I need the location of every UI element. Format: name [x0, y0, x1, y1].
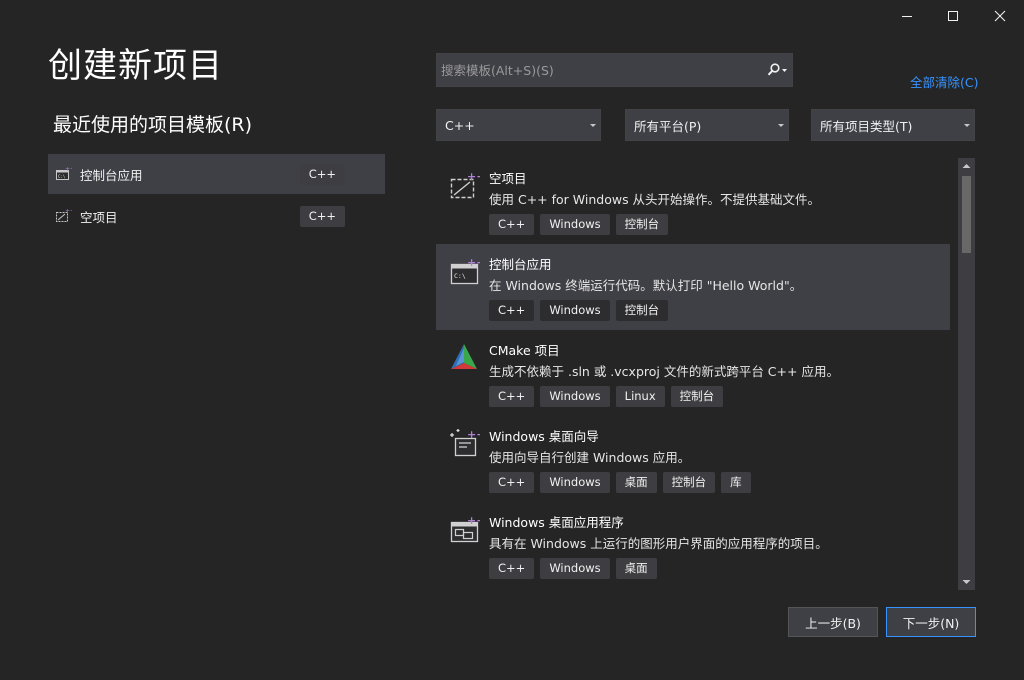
template-list-scrollbar[interactable]	[958, 158, 975, 590]
empty-project-icon: ++	[450, 170, 485, 200]
svg-text:C:\: C:\	[454, 272, 466, 280]
tag-badge: 桌面	[615, 558, 657, 579]
tag-badge: 控制台	[670, 386, 724, 407]
minimize-icon	[902, 16, 912, 17]
recent-templates-heading-text: 最近使用的项目模板	[53, 114, 225, 136]
desktop-wizard-icon: ++	[450, 428, 485, 458]
template-windows-desktop-wizard[interactable]: ++ Windows 桌面向导 使用向导自行创建 Windows 应用。 C++…	[436, 416, 950, 502]
search-icon	[767, 63, 787, 76]
chevron-up-icon	[962, 164, 971, 168]
tag-badge: 控制台	[615, 300, 669, 321]
tag-badge: 控制台	[615, 214, 669, 235]
recent-item-label: 控制台应用	[80, 167, 143, 183]
platform-filter-dropdown[interactable]: 所有平台(P)	[625, 109, 789, 141]
svg-text:++: ++	[467, 514, 480, 527]
clear-all-link[interactable]: 全部清除(C)	[910, 72, 978, 91]
chevron-down-icon	[586, 123, 600, 128]
search-options-button[interactable]	[762, 54, 792, 86]
svg-text:++: ++	[467, 170, 480, 183]
close-icon	[994, 10, 1006, 22]
tag-badge: Windows	[540, 300, 610, 321]
template-title: 控制台应用	[489, 257, 552, 272]
template-title: Windows 桌面向导	[489, 429, 599, 444]
tag-badge: C++	[489, 214, 535, 235]
chevron-down-icon	[960, 123, 974, 128]
minimize-button[interactable]	[884, 0, 930, 32]
console-app-icon: C:\ ++	[450, 256, 485, 286]
chevron-down-icon	[962, 580, 971, 584]
recent-item-label: 空项目	[80, 209, 118, 225]
svg-text:++: ++	[467, 428, 480, 441]
tag-badge: 控制台	[662, 472, 716, 493]
template-windows-desktop-app[interactable]: ++ Windows 桌面应用程序 具有在 Windows 上运行的图形用户界面…	[436, 502, 950, 588]
template-description: 使用向导自行创建 Windows 应用。	[489, 450, 691, 465]
tag-badge: 库	[721, 472, 751, 493]
platform-filter-label: 所有平台(P)	[634, 118, 702, 134]
template-tags: C++ Windows 控制台	[489, 214, 669, 235]
template-tags: C++ Windows Linux 控制台	[489, 386, 724, 407]
language-badge: C++	[299, 163, 345, 185]
tag-badge: Windows	[540, 214, 610, 235]
scroll-thumb[interactable]	[962, 176, 971, 253]
next-button[interactable]: 下一步(N)	[886, 607, 976, 637]
console-app-icon: C:\ ++	[56, 165, 74, 183]
tag-badge: C++	[489, 386, 535, 407]
recent-item-empty-project[interactable]: ++ 空项目 C++	[48, 196, 385, 236]
svg-text:++: ++	[65, 167, 72, 173]
scroll-up-button[interactable]	[958, 158, 975, 174]
language-filter-label: C++	[445, 117, 475, 133]
template-cmake-project[interactable]: CMake 项目 生成不依赖于 .sln 或 .vcxproj 文件的新式跨平台…	[436, 330, 950, 416]
tag-badge: 桌面	[615, 472, 657, 493]
template-empty-project[interactable]: ++ 空项目 使用 C++ for Windows 从头开始操作。不提供基础文件…	[436, 158, 950, 244]
search-input[interactable]	[437, 54, 762, 86]
scroll-down-button[interactable]	[958, 574, 975, 590]
recent-item-console-app[interactable]: C:\ ++ 控制台应用 C++	[48, 154, 385, 194]
tag-badge: C++	[489, 472, 535, 493]
chevron-down-icon	[774, 123, 788, 128]
language-badge: C++	[299, 205, 345, 227]
cmake-icon	[450, 342, 480, 372]
template-tags: C++ Windows 桌面	[489, 558, 657, 579]
project-type-filter-label: 所有项目类型(T)	[820, 118, 913, 134]
template-description: 使用 C++ for Windows 从头开始操作。不提供基础文件。	[489, 192, 821, 207]
tag-badge: Windows	[540, 386, 610, 407]
template-title: Windows 桌面应用程序	[489, 515, 624, 530]
maximize-button[interactable]	[930, 0, 976, 32]
language-filter-dropdown[interactable]: C++	[436, 109, 601, 141]
template-description: 具有在 Windows 上运行的图形用户界面的应用程序的项目。	[489, 536, 828, 551]
maximize-icon	[948, 11, 958, 21]
tag-badge: C++	[489, 558, 535, 579]
template-console-app[interactable]: C:\ ++ 控制台应用 在 Windows 终端运行代码。默认打印 "Hell…	[436, 244, 950, 330]
empty-project-icon: ++	[56, 207, 74, 225]
tag-badge: C++	[489, 300, 535, 321]
template-tags: C++ Windows 桌面 控制台 库	[489, 472, 751, 493]
close-button[interactable]	[977, 0, 1023, 32]
search-box	[436, 53, 793, 87]
desktop-app-icon: ++	[450, 514, 485, 544]
back-button[interactable]: 上一步(B)	[788, 607, 878, 637]
tag-badge: Windows	[540, 472, 610, 493]
template-list: ++ 空项目 使用 C++ for Windows 从头开始操作。不提供基础文件…	[436, 158, 950, 588]
svg-text:C:\: C:\	[58, 174, 66, 179]
template-title: CMake 项目	[489, 343, 560, 358]
tag-badge: Windows	[540, 558, 610, 579]
template-tags: C++ Windows 控制台	[489, 300, 669, 321]
svg-text:++: ++	[467, 256, 480, 269]
project-type-filter-dropdown[interactable]: 所有项目类型(T)	[811, 109, 975, 141]
svg-text:++: ++	[65, 209, 72, 215]
recent-templates-heading: 最近使用的项目模板(R)	[53, 110, 252, 137]
template-title: 空项目	[489, 171, 527, 186]
recent-templates-hotkey: (R)	[224, 114, 253, 136]
page-title: 创建新项目	[48, 46, 223, 86]
tag-badge: Linux	[615, 386, 665, 407]
template-description: 生成不依赖于 .sln 或 .vcxproj 文件的新式跨平台 C++ 应用。	[489, 364, 839, 379]
template-description: 在 Windows 终端运行代码。默认打印 "Hello World"。	[489, 278, 803, 293]
